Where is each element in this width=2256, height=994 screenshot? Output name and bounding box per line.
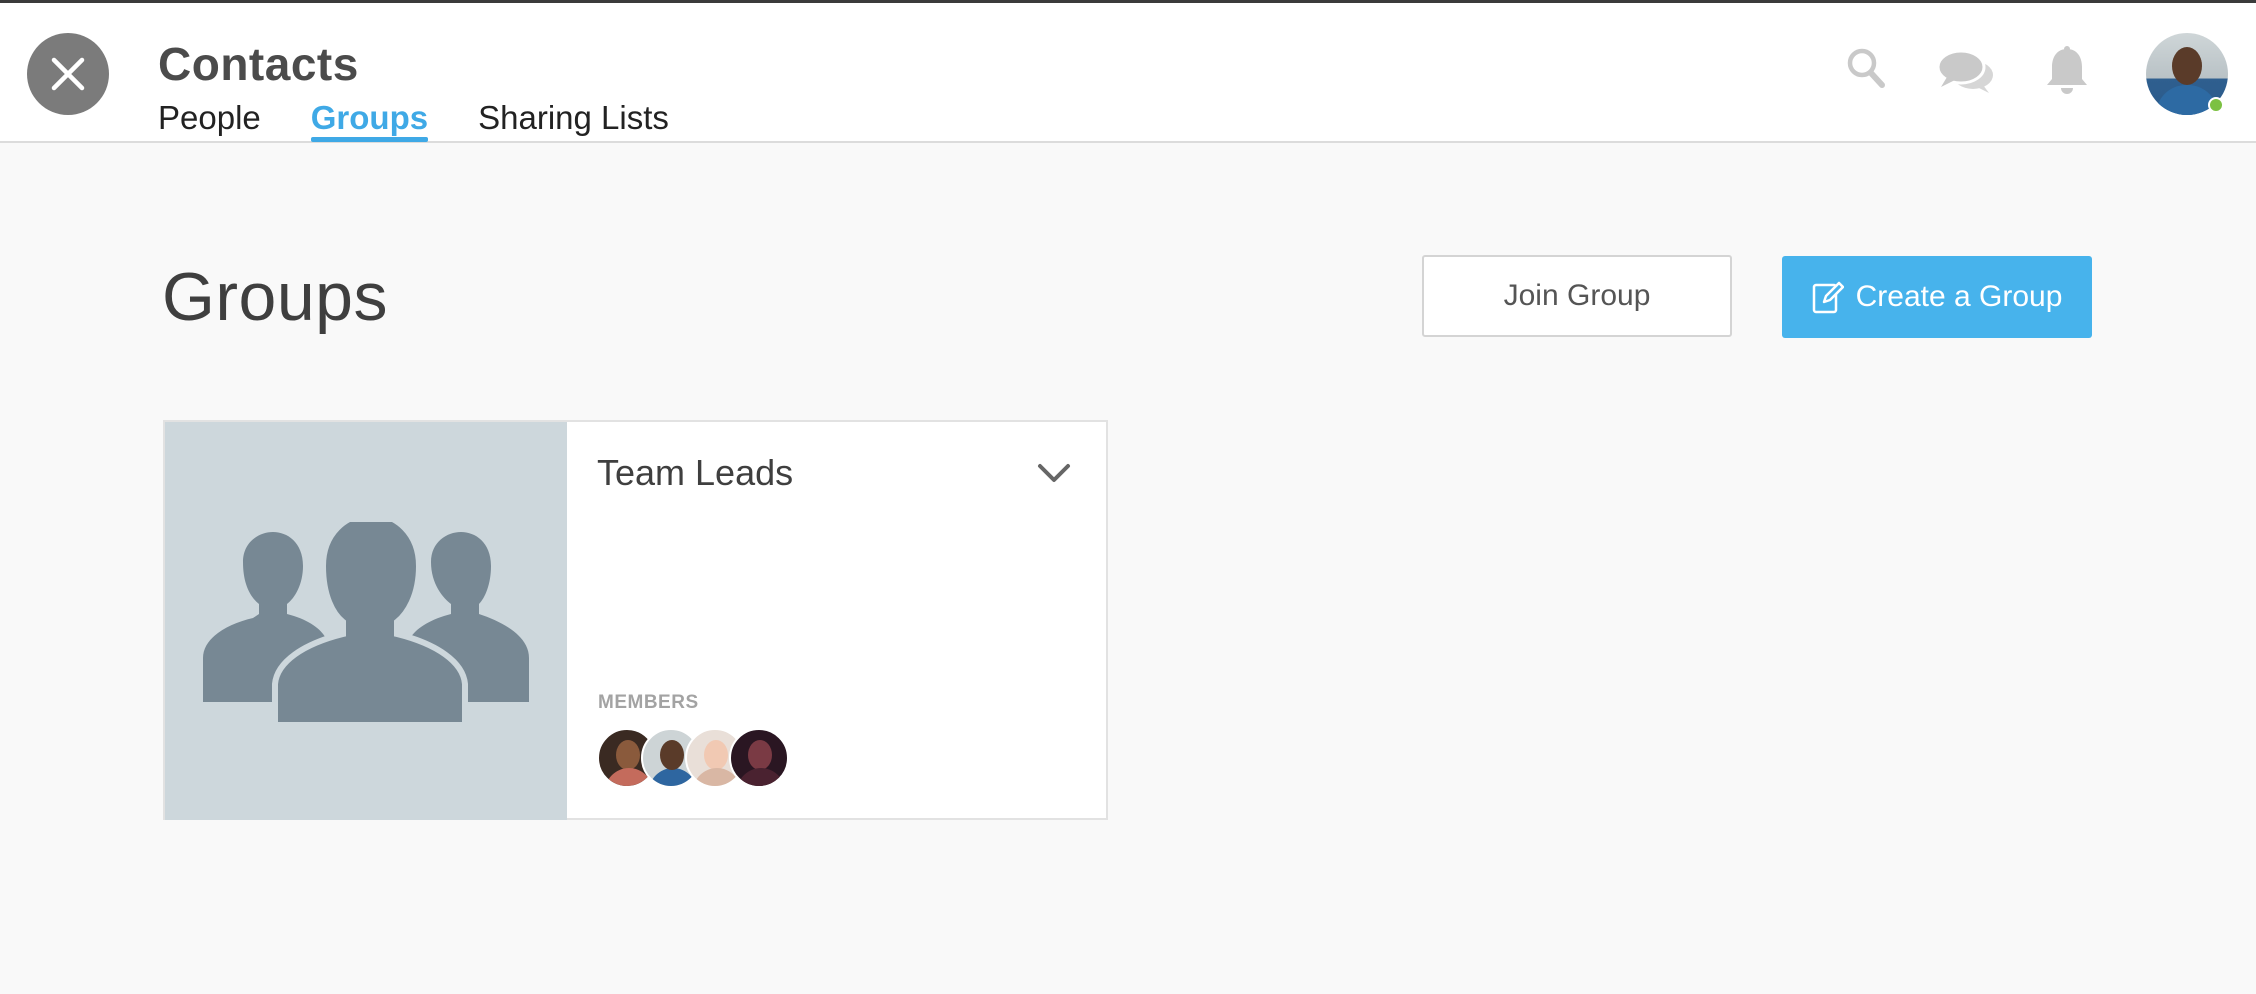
tab-sharing-lists[interactable]: Sharing Lists: [478, 99, 669, 145]
chevron-down-icon[interactable]: [1037, 462, 1071, 489]
close-icon: [51, 57, 85, 91]
member-avatar[interactable]: [729, 728, 789, 788]
close-button[interactable]: [27, 33, 109, 115]
tab-groups[interactable]: Groups: [310, 99, 429, 145]
online-status-indicator: [2208, 97, 2224, 113]
edit-icon: [1812, 281, 1844, 314]
top-header: Contacts People Groups Sharing Lists: [0, 0, 2256, 143]
tab-bar: People Groups Sharing Lists: [158, 99, 719, 145]
group-name[interactable]: Team Leads: [597, 452, 793, 494]
create-group-label: Create a Group: [1855, 280, 2063, 313]
app-title: Contacts: [158, 38, 359, 90]
search-icon[interactable]: [1846, 47, 1886, 96]
members-label: MEMBERS: [598, 692, 699, 713]
group-placeholder-icon: [203, 522, 529, 722]
page-title: Groups: [162, 259, 388, 335]
chat-icon[interactable]: [1936, 49, 1997, 100]
group-card[interactable]: Team Leads MEMBERS: [163, 420, 1108, 820]
join-group-button[interactable]: Join Group: [1422, 255, 1732, 337]
member-avatar-list: [597, 728, 817, 790]
create-group-button[interactable]: Create a Group: [1782, 256, 2092, 338]
tab-people[interactable]: People: [158, 99, 261, 145]
group-image: [165, 422, 567, 820]
join-group-label: Join Group: [1503, 279, 1651, 312]
bell-icon[interactable]: [2044, 45, 2090, 102]
